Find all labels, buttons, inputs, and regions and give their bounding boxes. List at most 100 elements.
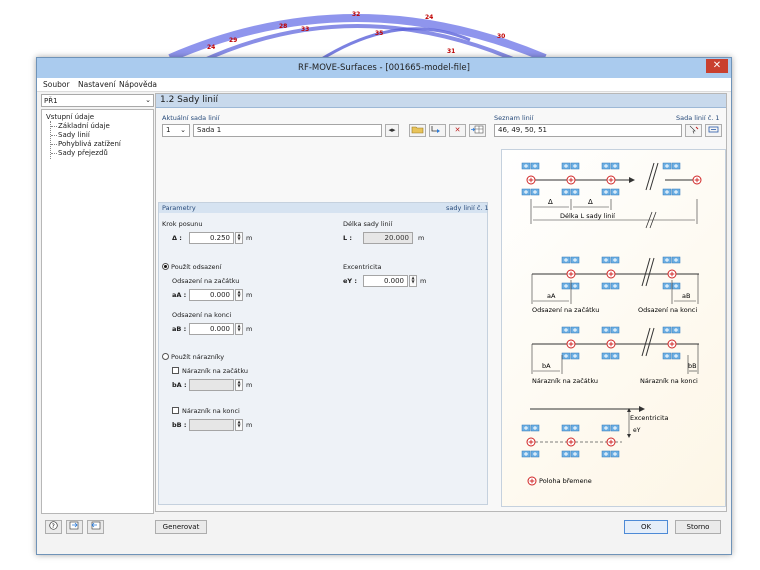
step-symbol: Δ : [172, 234, 182, 242]
eccentricity-unit: m [420, 277, 427, 285]
offset-start-input[interactable]: 0.000 [189, 289, 234, 301]
offset-start-symbol: aA : [172, 291, 187, 299]
length-unit: m [418, 234, 425, 242]
offset-start-unit: m [246, 291, 253, 299]
buffer-start-input[interactable] [189, 379, 234, 391]
tree-branch [51, 153, 57, 154]
tree-branch [51, 126, 57, 127]
tree-root[interactable]: Vstupní údaje [46, 113, 94, 121]
offset-start-label: Odsazení na začátku [172, 277, 240, 285]
copy-set-icon[interactable] [429, 124, 446, 137]
tree-branch [51, 135, 57, 136]
eccentricity-input[interactable]: 0.000 [363, 275, 408, 287]
eccentricity-caption: Excentricita [630, 414, 668, 422]
offset-end-symbol: aB : [172, 325, 187, 333]
tree-item-moving-loads[interactable]: Pohyblivá zatížení [58, 140, 121, 148]
title-bar[interactable]: RF-MOVE-Surfaces - [001665-model-file] ✕ [37, 58, 731, 78]
tree-item-basic-data[interactable]: Základní údaje [58, 122, 110, 130]
node-label: 32 [352, 11, 360, 18]
chevron-down-icon: ⌄ [180, 126, 186, 134]
eccentricity-symbol: eY : [343, 277, 357, 285]
line-list-input[interactable]: 46, 49, 50, 51 [494, 124, 682, 137]
offset-end-input[interactable]: 0.000 [189, 323, 234, 335]
delete-set-icon[interactable]: ✕ [449, 124, 466, 137]
buffer-start-label: Nárazník na začátku [182, 367, 249, 375]
help-icon[interactable]: ? [45, 520, 62, 534]
menu-file[interactable]: Soubor [43, 80, 70, 89]
node-label: 35 [375, 30, 383, 37]
set-name-input[interactable]: Sada 1 [193, 124, 382, 137]
menu-settings[interactable]: Nastavení [78, 80, 116, 89]
load-case-select[interactable]: PŘ1 ⌄ [41, 94, 154, 107]
diagram-section-buffers: bA bB Nárazník na začátku Nárazník na ko… [531, 327, 699, 385]
ok-button[interactable]: OK [624, 520, 668, 534]
buffer-end-label: Nárazník na konci [182, 407, 240, 415]
offset-start-spinner[interactable]: ▲ ▼ [235, 289, 243, 301]
step-spinner[interactable]: ▲ ▼ [235, 232, 243, 244]
step-label: Krok posunu [162, 220, 203, 228]
length-caption: Délka L sady linií [560, 212, 615, 220]
import-icon[interactable] [66, 520, 83, 534]
prev-next-button[interactable]: ◂▸ [385, 124, 399, 137]
svg-text:?: ? [52, 523, 55, 530]
navigator-tree: Vstupní údaje Základní údaje Sady linií … [41, 109, 154, 514]
buffer-end-spinner[interactable]: ▲ ▼ [235, 419, 243, 431]
set-number-select[interactable]: 1 ⌄ [162, 124, 190, 137]
node-label: 31 [447, 48, 455, 55]
node-label: 28 [279, 23, 287, 30]
step-unit: m [246, 234, 253, 242]
buffer-start-caption: Nárazník na začátku [532, 377, 598, 385]
offset-start-caption: Odsazení na začátku [532, 306, 599, 314]
eccentricity-label: Excentricita [343, 263, 382, 271]
buffer-start-symbol: bA : [172, 381, 187, 389]
eccentricity-spinner[interactable]: ▲ ▼ [409, 275, 417, 287]
pick-lines-icon[interactable] [685, 124, 702, 137]
step-input[interactable]: 0.250 [189, 232, 234, 244]
select-lines-icon[interactable] [705, 124, 722, 137]
cancel-button[interactable]: Storno [675, 520, 721, 534]
offset-end-caption: Odsazení na konci [638, 306, 697, 314]
export-icon[interactable] [87, 520, 104, 534]
main-content: 1.2 Sady linií Aktuální sada linií 1 ⌄ S… [155, 93, 727, 512]
set-number-value: 1 [166, 126, 171, 134]
use-offset-label: Použít odsazení [171, 263, 222, 271]
use-buffer-radio[interactable] [162, 353, 169, 360]
line-list-set-label: Sada linií č. 1 [676, 114, 720, 122]
offset-end-spinner[interactable]: ▲ ▼ [235, 323, 243, 335]
menu-help[interactable]: Nápověda [119, 80, 157, 89]
buffer-start-checkbox[interactable] [172, 367, 179, 374]
node-label: 24 [207, 44, 215, 51]
delta-label: Δ [588, 198, 593, 206]
length-field: 20.000 [363, 232, 413, 244]
tree-item-line-sets[interactable]: Sady linií [58, 131, 90, 139]
table-export-icon[interactable] [469, 124, 486, 137]
diagram-graphic: Δ Δ Délka L sady linií aA aB Odsazení na… [502, 162, 702, 486]
diagram-section-eccentricity: Excentricita eY [522, 406, 668, 457]
use-offset-radio[interactable] [162, 263, 169, 270]
aA-label: aA [547, 292, 556, 300]
buffer-end-input[interactable] [189, 419, 234, 431]
buffer-start-unit: m [246, 381, 253, 389]
bB-label: bB [688, 362, 697, 370]
buffer-start-spinner[interactable]: ▲ ▼ [235, 379, 243, 391]
delta-label: Δ [548, 198, 553, 206]
bA-label: bA [542, 362, 551, 370]
screen: 24 29 28 33 32 35 24 31 30 RF-MOVE-Surfa… [0, 0, 760, 570]
load-position-caption: Poloha břemene [539, 477, 592, 485]
new-set-folder-icon[interactable] [409, 124, 426, 137]
load-case-value: PŘ1 [44, 97, 58, 105]
dialog-window: RF-MOVE-Surfaces - [001665-model-file] ✕… [36, 57, 732, 555]
chevron-down-icon: ⌄ [145, 96, 151, 104]
parameters-set-label: sady linií č. 1 [446, 204, 489, 212]
buffer-end-checkbox[interactable] [172, 407, 179, 414]
tree-branch [51, 144, 57, 145]
offset-end-unit: m [246, 325, 253, 333]
parameters-header [158, 202, 488, 213]
offset-end-label: Odsazení na konci [172, 311, 232, 319]
generate-button[interactable]: Generovat [155, 520, 207, 534]
tree-item-passes[interactable]: Sady přejezdů [58, 149, 108, 157]
page-title: 1.2 Sady linií [156, 94, 726, 108]
node-label: 29 [229, 37, 237, 44]
close-button[interactable]: ✕ [706, 59, 728, 73]
use-buffer-label: Použít nárazníky [171, 353, 225, 361]
